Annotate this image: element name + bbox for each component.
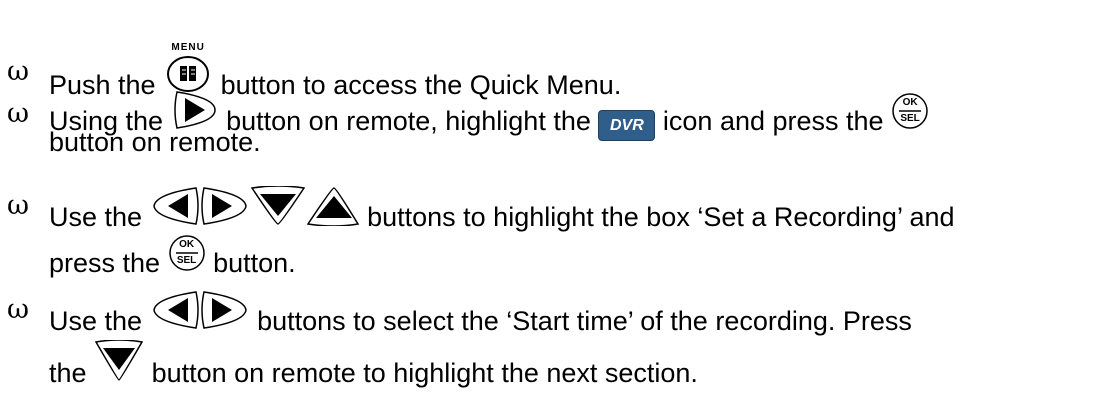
direction-buttons-icon	[150, 186, 360, 226]
instruction-text: button on remote, highlight the	[226, 106, 591, 136]
instruction-line: button on remote.	[49, 126, 261, 158]
sel-label: SEL	[176, 255, 197, 266]
instruction-text: press the	[49, 248, 161, 278]
instruction-text: icon and press the	[662, 106, 884, 136]
bullet: ω	[7, 98, 30, 129]
instruction-text: buttons to highlight the box ‘Set a Reco…	[367, 202, 955, 232]
instruction-text: button on remote.	[49, 127, 261, 157]
instruction-line: press the OK SEL button.	[49, 234, 296, 279]
down-button-icon	[94, 340, 144, 382]
bullet: ω	[7, 294, 30, 325]
dvr-icon: DVR	[598, 110, 656, 141]
ok-label: OK	[902, 97, 918, 108]
instruction-text: Use the	[49, 202, 143, 232]
instruction-text: button.	[213, 248, 296, 278]
instruction-line: Use the buttons to select the ‘Start tim…	[49, 290, 912, 337]
left-right-buttons-icon	[150, 290, 250, 330]
bullet: ω	[7, 190, 30, 221]
ok-sel-button-icon: OK SEL	[168, 234, 206, 272]
menu-label: MENU	[171, 42, 205, 53]
instruction-line: the button on remote to highlight the ne…	[49, 340, 698, 389]
instruction-text: the	[49, 358, 87, 388]
sel-label: SEL	[900, 113, 920, 124]
ok-sel-button-icon: OK SEL	[891, 92, 929, 130]
instruction-text: Use the	[49, 306, 143, 336]
right-arrow-button-icon	[171, 90, 219, 130]
instruction-text: button on remote to highlight the next s…	[151, 358, 698, 388]
instruction-line: Use the buttons to highlight the box ‘Se…	[49, 186, 955, 233]
instruction-text: buttons to select the ‘Start time’ of th…	[257, 306, 912, 336]
bullet: ω	[7, 56, 30, 87]
menu-button-icon: MENU	[165, 42, 211, 94]
ok-label: OK	[179, 239, 195, 250]
